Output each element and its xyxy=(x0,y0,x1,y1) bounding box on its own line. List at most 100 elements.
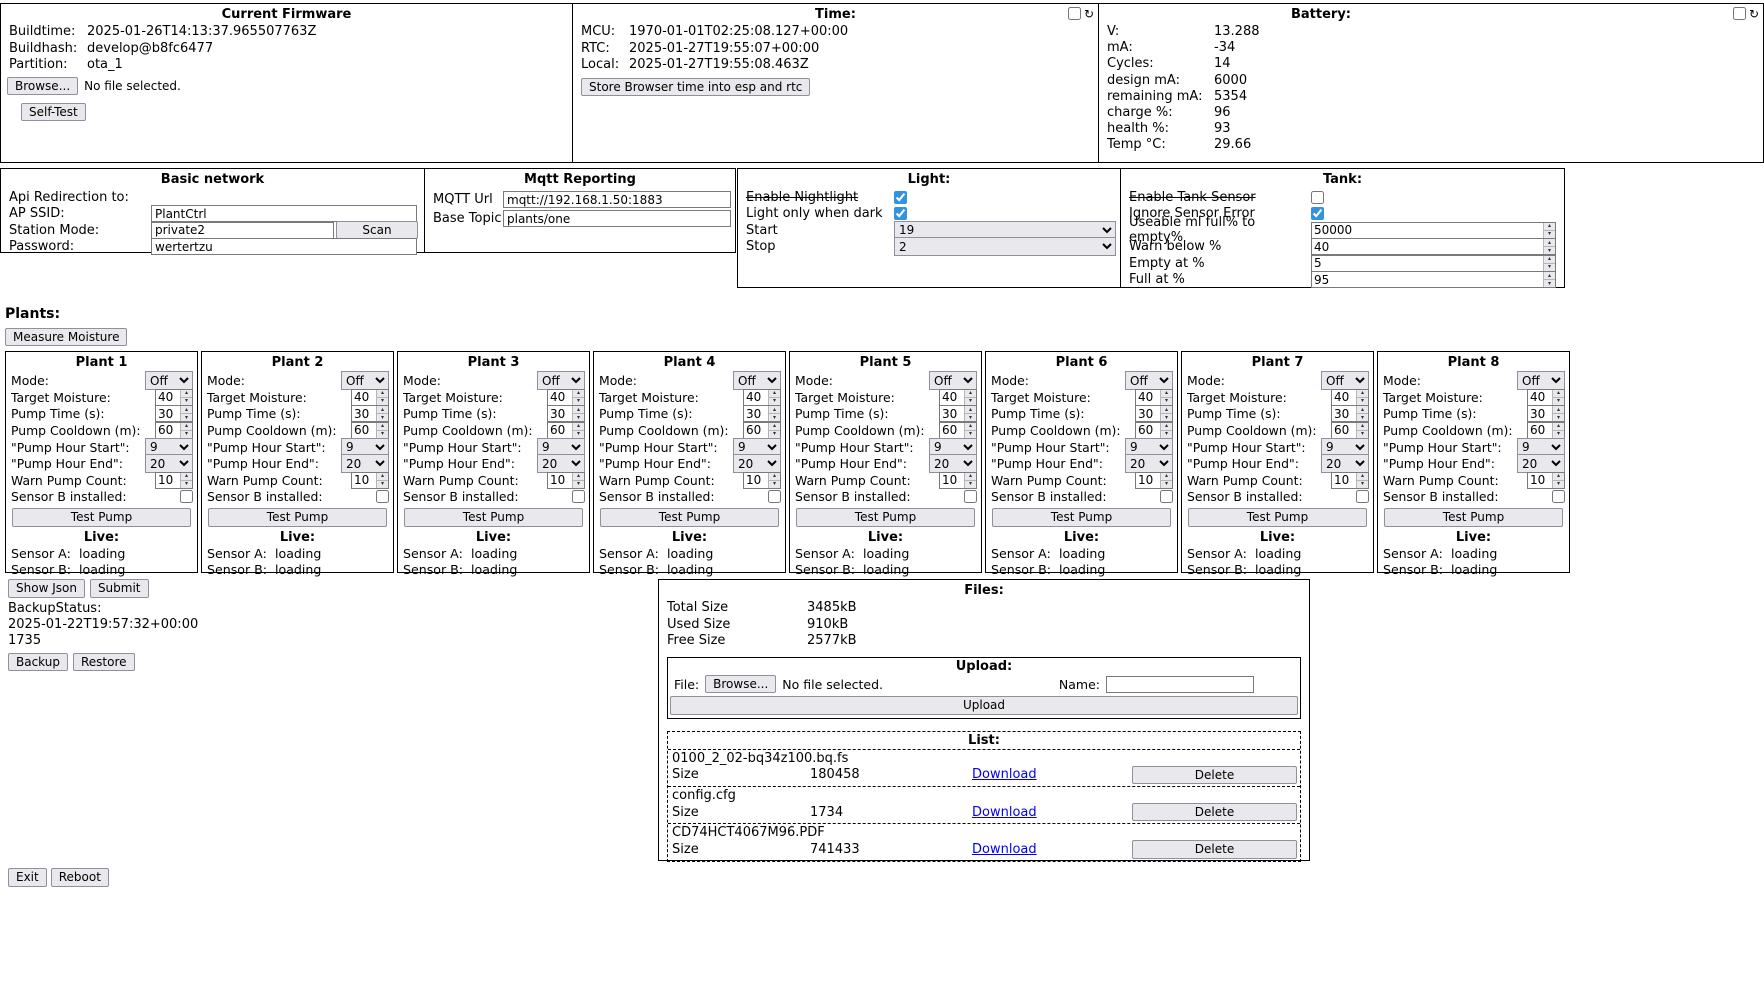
pump-cooldown-input[interactable]: ▴▾ xyxy=(351,422,389,439)
target-moisture-input[interactable]: ▴▾ xyxy=(547,389,585,406)
delete-button[interactable]: Delete xyxy=(1132,803,1297,821)
spinner-icon[interactable]: ▴▾ xyxy=(1543,272,1555,287)
sensor-b-installed-checkbox[interactable] xyxy=(964,490,977,503)
pump-time-field[interactable] xyxy=(1332,406,1356,421)
spinner-icon[interactable]: ▴▾ xyxy=(572,390,584,405)
store-time-button[interactable]: Store Browser time into esp and rtc xyxy=(581,78,810,96)
battery-autorefresh-checkbox[interactable] xyxy=(1733,7,1746,20)
time-autorefresh-checkbox[interactable] xyxy=(1068,7,1081,20)
target-moisture-field[interactable] xyxy=(548,390,572,405)
upload-button[interactable]: Upload xyxy=(670,696,1298,714)
warn-pump-count-field[interactable] xyxy=(352,473,376,488)
spinner-icon[interactable]: ▴▾ xyxy=(180,423,192,438)
full-at-field[interactable] xyxy=(1312,272,1543,287)
spinner-icon[interactable]: ▴▾ xyxy=(1160,406,1172,421)
test-pump-button[interactable]: Test Pump xyxy=(796,508,975,526)
backup-button[interactable]: Backup xyxy=(8,653,68,671)
sensor-b-installed-checkbox[interactable] xyxy=(1356,490,1369,503)
mode-select[interactable]: Off xyxy=(1321,371,1369,390)
pump-cooldown-field[interactable] xyxy=(744,423,768,438)
spinner-icon[interactable]: ▴▾ xyxy=(376,423,388,438)
pump-hour-end-select[interactable]: 20 xyxy=(1517,454,1565,473)
pump-time-input[interactable]: ▴▾ xyxy=(939,405,977,422)
pump-hour-end-select[interactable]: 20 xyxy=(1125,454,1173,473)
target-moisture-input[interactable]: ▴▾ xyxy=(1331,389,1369,406)
sensor-b-installed-checkbox[interactable] xyxy=(572,490,585,503)
warn-pump-count-field[interactable] xyxy=(1136,473,1160,488)
target-moisture-field[interactable] xyxy=(352,390,376,405)
spinner-icon[interactable]: ▴▾ xyxy=(1160,390,1172,405)
spinner-icon[interactable]: ▴▾ xyxy=(1160,423,1172,438)
sensor-b-installed-checkbox[interactable] xyxy=(376,490,389,503)
mode-select[interactable]: Off xyxy=(1125,371,1173,390)
warn-pump-count-field[interactable] xyxy=(548,473,572,488)
spinner-icon[interactable]: ▴▾ xyxy=(180,473,192,488)
download-link[interactable]: Download xyxy=(972,842,1037,857)
spinner-icon[interactable]: ▴▾ xyxy=(964,473,976,488)
spinner-icon[interactable]: ▴▾ xyxy=(1543,256,1555,271)
spinner-icon[interactable]: ▴▾ xyxy=(180,406,192,421)
spinner-icon[interactable]: ▴▾ xyxy=(964,423,976,438)
pump-cooldown-field[interactable] xyxy=(1528,423,1552,438)
pump-time-input[interactable]: ▴▾ xyxy=(351,405,389,422)
password-input[interactable] xyxy=(151,238,417,255)
sensor-b-installed-checkbox[interactable] xyxy=(768,490,781,503)
empty-at-input[interactable]: ▴▾ xyxy=(1311,255,1556,272)
pump-cooldown-input[interactable]: ▴▾ xyxy=(1527,422,1565,439)
pump-hour-end-select[interactable]: 20 xyxy=(537,454,585,473)
test-pump-button[interactable]: Test Pump xyxy=(992,508,1171,526)
spinner-icon[interactable]: ▴▾ xyxy=(964,406,976,421)
warn-pump-count-input[interactable]: ▴▾ xyxy=(1331,472,1369,489)
spinner-icon[interactable]: ▴▾ xyxy=(768,390,780,405)
test-pump-button[interactable]: Test Pump xyxy=(12,508,191,526)
pump-time-input[interactable]: ▴▾ xyxy=(743,405,781,422)
warn-pump-count-input[interactable]: ▴▾ xyxy=(351,472,389,489)
pump-cooldown-input[interactable]: ▴▾ xyxy=(155,422,193,439)
pump-time-field[interactable] xyxy=(352,406,376,421)
target-moisture-field[interactable] xyxy=(744,390,768,405)
warn-pump-count-field[interactable] xyxy=(1528,473,1552,488)
mode-select[interactable]: Off xyxy=(929,371,977,390)
pump-hour-end-select[interactable]: 20 xyxy=(1321,454,1369,473)
spinner-icon[interactable]: ▴▾ xyxy=(1356,473,1368,488)
spinner-icon[interactable]: ▴▾ xyxy=(1552,473,1564,488)
ignore-sensor-error-checkbox[interactable] xyxy=(1311,207,1324,220)
mqtt-url-input[interactable] xyxy=(503,191,731,208)
spinner-icon[interactable]: ▴▾ xyxy=(1160,473,1172,488)
test-pump-button[interactable]: Test Pump xyxy=(1188,508,1367,526)
pump-hour-end-select[interactable]: 20 xyxy=(733,454,781,473)
spinner-icon[interactable]: ▴▾ xyxy=(376,473,388,488)
pump-cooldown-field[interactable] xyxy=(1332,423,1356,438)
spinner-icon[interactable]: ▴▾ xyxy=(572,406,584,421)
test-pump-button[interactable]: Test Pump xyxy=(208,508,387,526)
pump-cooldown-input[interactable]: ▴▾ xyxy=(1331,422,1369,439)
spinner-icon[interactable]: ▴▾ xyxy=(1356,423,1368,438)
full-at-input[interactable]: ▴▾ xyxy=(1311,271,1556,288)
exit-button[interactable]: Exit xyxy=(8,868,47,886)
pump-cooldown-input[interactable]: ▴▾ xyxy=(1135,422,1173,439)
pump-cooldown-field[interactable] xyxy=(548,423,572,438)
pump-cooldown-field[interactable] xyxy=(156,423,180,438)
test-pump-button[interactable]: Test Pump xyxy=(1384,508,1563,526)
pump-cooldown-input[interactable]: ▴▾ xyxy=(939,422,977,439)
scan-button[interactable]: Scan xyxy=(336,221,418,239)
sensor-b-installed-checkbox[interactable] xyxy=(180,490,193,503)
pump-time-field[interactable] xyxy=(548,406,572,421)
warn-below-field[interactable] xyxy=(1312,239,1543,254)
enable-nightlight-checkbox[interactable] xyxy=(894,191,907,204)
spinner-icon[interactable]: ▴▾ xyxy=(1552,390,1564,405)
pump-hour-end-select[interactable]: 20 xyxy=(929,454,977,473)
pump-hour-end-select[interactable]: 20 xyxy=(145,454,193,473)
spinner-icon[interactable]: ▴▾ xyxy=(376,390,388,405)
mode-select[interactable]: Off xyxy=(733,371,781,390)
warn-pump-count-field[interactable] xyxy=(940,473,964,488)
spinner-icon[interactable]: ▴▾ xyxy=(180,390,192,405)
target-moisture-input[interactable]: ▴▾ xyxy=(351,389,389,406)
base-topic-input[interactable] xyxy=(503,210,731,227)
spinner-icon[interactable]: ▴▾ xyxy=(572,473,584,488)
warn-pump-count-field[interactable] xyxy=(1332,473,1356,488)
warn-pump-count-input[interactable]: ▴▾ xyxy=(547,472,585,489)
upload-browse-button[interactable]: Browse... xyxy=(705,675,776,693)
warn-pump-count-field[interactable] xyxy=(744,473,768,488)
mode-select[interactable]: Off xyxy=(341,371,389,390)
